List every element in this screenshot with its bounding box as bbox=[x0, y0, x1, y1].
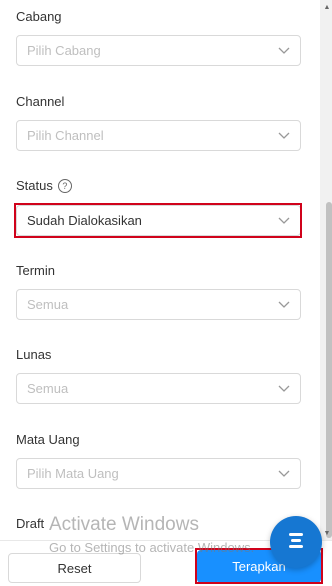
chevron-down-icon bbox=[278, 130, 290, 142]
status-highlight-box bbox=[14, 203, 302, 238]
chevron-down-icon bbox=[278, 383, 290, 395]
termin-placeholder: Semua bbox=[27, 297, 69, 312]
status-label: Status ? bbox=[16, 178, 72, 193]
cabang-placeholder: Pilih Cabang bbox=[27, 43, 101, 58]
scroll-down-arrow-icon[interactable]: ▼ bbox=[322, 528, 332, 538]
channel-select[interactable]: Pilih Channel bbox=[16, 120, 301, 151]
lunas-label: Lunas bbox=[16, 347, 52, 362]
mata-uang-label: Mata Uang bbox=[16, 432, 80, 447]
lunas-placeholder: Semua bbox=[27, 381, 69, 396]
channel-label: Channel bbox=[16, 94, 65, 109]
termin-label: Termin bbox=[16, 263, 56, 278]
lunas-select[interactable]: Semua bbox=[16, 373, 301, 404]
fab-menu-button[interactable] bbox=[270, 516, 322, 568]
channel-placeholder: Pilih Channel bbox=[27, 128, 104, 143]
chevron-down-icon bbox=[278, 299, 290, 311]
cabang-label: Cabang bbox=[16, 9, 62, 24]
scrollbar-thumb[interactable] bbox=[326, 202, 332, 538]
mata-uang-placeholder: Pilih Mata Uang bbox=[27, 466, 119, 481]
filter-panel: Cabang Pilih Cabang Channel Pilih Channe… bbox=[0, 0, 320, 540]
chevron-down-icon bbox=[278, 45, 290, 57]
menu-icon bbox=[286, 531, 306, 554]
chevron-down-icon bbox=[278, 468, 290, 480]
termin-select[interactable]: Semua bbox=[16, 289, 301, 320]
draft-label: Draft bbox=[16, 516, 45, 531]
reset-button[interactable]: Reset bbox=[8, 553, 141, 583]
question-circle-icon[interactable]: ? bbox=[57, 178, 72, 193]
scroll-up-arrow-icon[interactable]: ▲ bbox=[322, 2, 332, 12]
cabang-select[interactable]: Pilih Cabang bbox=[16, 35, 301, 66]
mata-uang-select[interactable]: Pilih Mata Uang bbox=[16, 458, 301, 489]
